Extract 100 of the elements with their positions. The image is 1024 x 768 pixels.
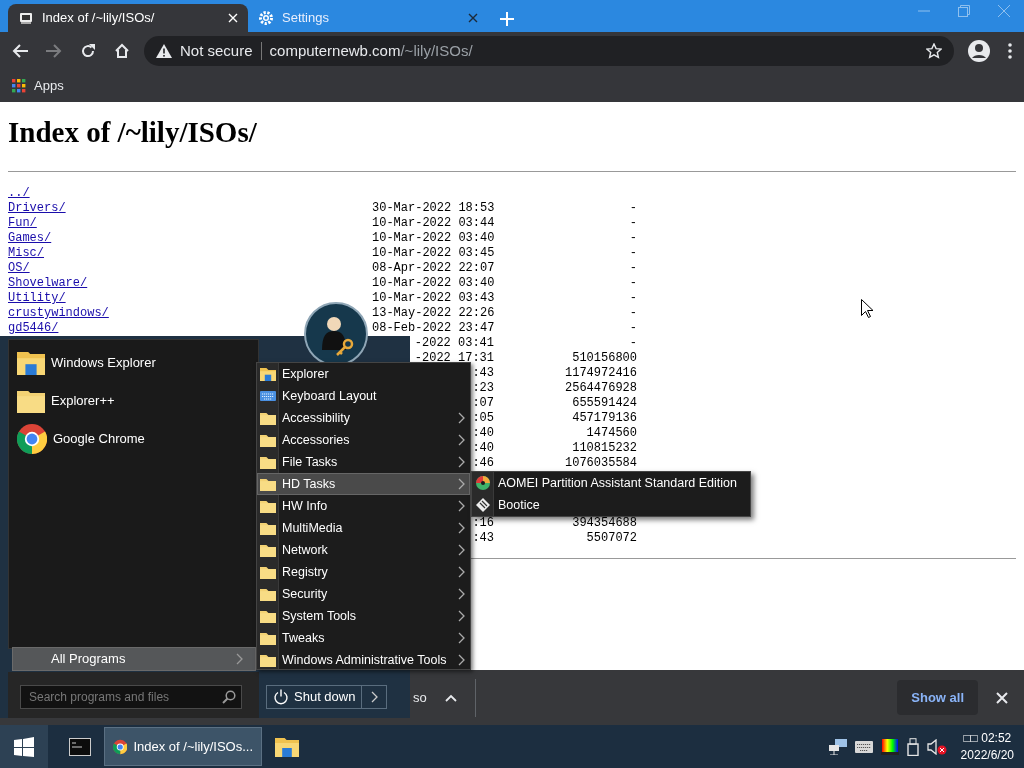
address-bar[interactable]: Not secure computernewb.com/~lily/ISOs/: [144, 36, 954, 66]
file-size: -: [629, 201, 637, 215]
menu-item[interactable]: System Tools: [257, 605, 470, 627]
search-field[interactable]: Search programs and files: [20, 685, 242, 709]
folder-icon: [260, 521, 276, 535]
show-all-button[interactable]: Show all: [897, 679, 978, 716]
program-item[interactable]: Explorer++: [15, 382, 252, 420]
file-size: 2564476928: [565, 381, 637, 395]
file-size: 655591424: [572, 396, 637, 410]
directory-link[interactable]: Drivers/: [8, 201, 66, 215]
clock[interactable]: □□ 02:52 2022/6/20: [960, 729, 1014, 764]
page-heading: Index of /~lily/ISOs/: [8, 115, 258, 150]
chevron-right-icon: [458, 588, 465, 600]
disk-pie-icon: [475, 475, 491, 491]
directory-link[interactable]: Shovelware/: [8, 276, 88, 290]
network-icon: [828, 738, 847, 755]
menu-item[interactable]: Keyboard Layout: [257, 385, 470, 407]
directory-link[interactable]: Utility/: [8, 291, 66, 305]
color-palette-icon: [880, 738, 899, 755]
folder-icon: [260, 543, 276, 557]
directory-link[interactable]: crustywindows/: [8, 306, 109, 320]
modified-date: :23: [472, 381, 494, 395]
directory-link[interactable]: Misc/: [8, 246, 44, 260]
chevron-right-icon: [458, 654, 465, 666]
close-icon: [996, 691, 1008, 704]
directory-link[interactable]: gd5446/: [8, 321, 59, 335]
menu-item[interactable]: Registry: [257, 561, 470, 583]
folder-icon: [17, 389, 45, 413]
star-icon: [926, 43, 942, 59]
shut-down-button[interactable]: Shut down: [266, 685, 388, 709]
file-size: -: [629, 306, 637, 320]
modified-date: 08-Apr-2022 22:07: [372, 261, 495, 275]
apps-grid-icon: [12, 79, 26, 93]
menu-item[interactable]: Security: [257, 583, 470, 605]
file-size: 394354688: [572, 516, 637, 530]
modified-date: 10-Mar-2022 03:45: [372, 246, 495, 260]
new-tab-button[interactable]: [500, 12, 514, 26]
chevron-right-icon: [458, 610, 465, 622]
file-size: -: [629, 216, 637, 230]
folder-icon: [260, 653, 276, 667]
file-size: -: [629, 336, 637, 350]
download-name: so: [413, 688, 428, 707]
terminal-icon: [69, 737, 91, 756]
menu-item[interactable]: File Tasks: [257, 451, 470, 473]
menu-item[interactable]: Windows Administrative Tools: [257, 649, 470, 671]
chevron-right-icon: [458, 632, 465, 644]
chevron-right-icon: [458, 478, 465, 490]
maximize-icon: [958, 5, 970, 17]
menu-item[interactable]: Network: [257, 539, 470, 561]
chevron-right-icon: [236, 653, 243, 665]
menu-item[interactable]: Accessibility: [257, 407, 470, 429]
file-size: -: [629, 321, 637, 335]
modified-date: 13-May-2022 22:26: [372, 306, 495, 320]
power-icon: [273, 689, 289, 705]
file-size: 5507072: [586, 531, 637, 545]
modified-date: 08-Feb-2022 23:47: [372, 321, 495, 335]
menu-item[interactable]: HW Info: [257, 495, 470, 517]
file-size: 110815232: [572, 441, 637, 455]
program-item[interactable]: Google Chrome: [15, 420, 252, 458]
security-label: Not secure: [180, 40, 253, 61]
close-icon: [998, 5, 1010, 17]
menu-item[interactable]: HD Tasks: [257, 473, 470, 495]
file-explorer-icon: [275, 736, 299, 757]
diamond-icon: [475, 497, 491, 513]
directory-link[interactable]: ../: [8, 186, 30, 200]
modified-date: :40: [472, 441, 494, 455]
usb-drive-icon: [906, 737, 919, 756]
program-item[interactable]: Windows Explorer: [15, 344, 252, 382]
chevron-right-icon: [458, 544, 465, 556]
menu-item[interactable]: Bootice: [472, 494, 750, 516]
menu-item[interactable]: AOMEI Partition Assistant Standard Edition: [472, 472, 750, 494]
home-icon: [114, 43, 130, 59]
chevron-right-icon: [458, 566, 465, 578]
modified-date: 10-Mar-2022 03:40: [372, 276, 495, 290]
directory-link[interactable]: Fun/: [8, 216, 37, 230]
bookmark-link[interactable]: Apps: [34, 76, 64, 96]
folder-icon: [260, 411, 276, 425]
monitor-icon: [18, 10, 34, 26]
muted-speaker-icon: [926, 738, 947, 755]
menu-icon: [1008, 43, 1012, 59]
file-size: 1474560: [586, 426, 637, 440]
directory-link[interactable]: Games/: [8, 231, 52, 245]
menu-item[interactable]: MultiMedia: [257, 517, 470, 539]
menu-item[interactable]: Accessories: [257, 429, 470, 451]
folder-icon: [260, 565, 276, 579]
all-programs-button[interactable]: All Programs: [12, 647, 256, 671]
chevron-right-icon: [458, 522, 465, 534]
close-icon: [228, 13, 238, 23]
directory-link[interactable]: OS/: [8, 261, 30, 275]
url-text: computernewb.com/~lily/ISOs/: [269, 40, 473, 61]
browser-tab[interactable]: Index of /~lily/ISOs/: [8, 4, 248, 32]
modified-date: :43: [472, 366, 494, 380]
menu-item[interactable]: Explorer: [257, 363, 470, 385]
folder-icon: [260, 609, 276, 623]
folder-icon: [260, 455, 276, 469]
taskbar-app-button[interactable]: Index of /~lily/ISOs...: [104, 727, 262, 766]
forward-arrow-icon: [46, 44, 62, 58]
start-button[interactable]: [0, 725, 48, 768]
menu-item[interactable]: Tweaks: [257, 627, 470, 649]
modified-date: :43: [472, 531, 494, 545]
